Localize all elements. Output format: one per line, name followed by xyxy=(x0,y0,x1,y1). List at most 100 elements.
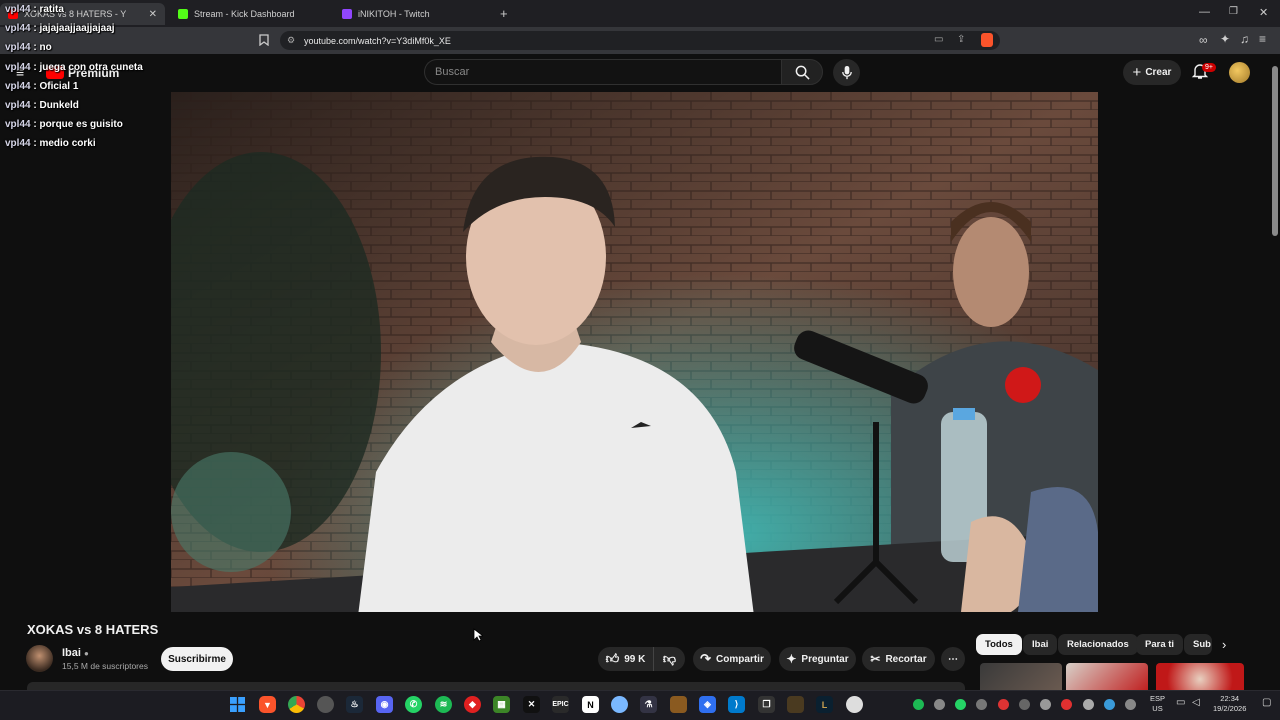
account-avatar[interactable] xyxy=(1229,62,1250,83)
chip-para-ti[interactable]: Para ti xyxy=(1136,634,1184,655)
verified-icon: ● xyxy=(84,649,89,658)
tray-icon[interactable] xyxy=(934,699,945,710)
ask-button[interactable]: ✦ Preguntar xyxy=(779,647,856,671)
notion-icon[interactable]: N xyxy=(582,696,599,713)
search-button[interactable] xyxy=(781,59,823,85)
description-box[interactable] xyxy=(27,682,965,690)
notifications-badge: 9+ xyxy=(1202,63,1216,72)
chip-todos[interactable]: Todos xyxy=(976,634,1022,655)
related-video-thumbnail[interactable] xyxy=(980,663,1062,690)
ask-label: Preguntar xyxy=(801,653,849,665)
chip-ibai[interactable]: Ibai xyxy=(1023,634,1058,655)
app-icon[interactable] xyxy=(846,696,863,713)
minimize-icon[interactable]: — xyxy=(1199,6,1210,18)
share-label: Compartir xyxy=(716,653,764,665)
tray-icon[interactable] xyxy=(1040,699,1051,710)
chevron-right-icon[interactable]: › xyxy=(1222,637,1226,652)
bookmark-icon[interactable] xyxy=(259,34,269,48)
vscode-icon[interactable]: ⟩ xyxy=(728,696,745,713)
related-video-thumbnail[interactable] xyxy=(1066,663,1148,690)
league-of-legends-icon[interactable]: L xyxy=(816,696,833,713)
discord-icon[interactable]: ◉ xyxy=(376,696,393,713)
spotify-tray-icon[interactable] xyxy=(913,699,924,710)
video-player[interactable] xyxy=(171,92,1098,612)
obs-icon[interactable] xyxy=(317,696,334,713)
chat-message: Dunkeld xyxy=(39,99,79,111)
like-button[interactable]: 👍︎ 99 K xyxy=(598,647,653,671)
thumbs-up-icon: 👍︎ xyxy=(605,651,620,666)
clip-button[interactable]: ✂ Recortar xyxy=(862,647,935,671)
tray-icon[interactable] xyxy=(1104,699,1115,710)
scrollbar-thumb[interactable] xyxy=(1272,66,1278,236)
capcut-icon[interactable]: ✕ xyxy=(523,696,540,713)
whatsapp-icon[interactable]: ✆ xyxy=(405,696,422,713)
app-icon[interactable]: ⚗ xyxy=(640,696,657,713)
microphone-icon xyxy=(841,65,852,80)
menu-icon[interactable]: ≡ xyxy=(1259,33,1266,45)
network-icon[interactable]: ▭ xyxy=(1176,697,1185,708)
share-button[interactable]: ↷ Compartir xyxy=(693,647,771,671)
volume-icon[interactable]: ◁ xyxy=(1192,697,1200,708)
windows-start-icon[interactable] xyxy=(229,696,246,713)
twitch-favicon-icon xyxy=(342,9,352,19)
subscribe-button[interactable]: Suscribirme xyxy=(161,647,233,671)
headset-tray-icon[interactable] xyxy=(1083,699,1094,710)
chat-line: vpl44 : no xyxy=(5,42,52,54)
steam-icon[interactable]: ♨ xyxy=(346,696,363,713)
tray-icon[interactable] xyxy=(1019,699,1030,710)
brave-browser-icon[interactable]: ▼ xyxy=(259,696,276,713)
app-icon[interactable] xyxy=(611,696,628,713)
app-icon[interactable]: ◈ xyxy=(699,696,716,713)
media-icon[interactable]: ♫ xyxy=(1240,33,1249,45)
video-frame xyxy=(171,92,1098,612)
close-tab-icon[interactable]: ✕ xyxy=(149,9,157,20)
keyboard-layout: US xyxy=(1152,704,1163,713)
chat-message: no xyxy=(39,42,52,54)
tray-icon[interactable] xyxy=(976,699,987,710)
tray-icon[interactable] xyxy=(1125,699,1136,710)
chip-relacionados[interactable]: Relacionados xyxy=(1058,634,1138,655)
minecraft-icon[interactable]: ▦ xyxy=(493,696,510,713)
chat-line: vpl44 : ratita xyxy=(5,4,64,15)
share-page-icon[interactable]: ⇪ xyxy=(957,34,965,45)
tray-icon[interactable] xyxy=(1061,699,1072,710)
chrome-icon[interactable] xyxy=(288,696,305,713)
riot-client-icon[interactable]: ◆ xyxy=(464,696,481,713)
vpn-icon[interactable]: ∞ xyxy=(1199,34,1208,46)
chat-username: vpl44 xyxy=(5,99,31,111)
chat-line: vpl44 : porque es guisito xyxy=(5,119,123,131)
epic-games-icon[interactable]: EPIC xyxy=(552,696,569,713)
related-video-thumbnail[interactable] xyxy=(1156,663,1244,690)
channel-avatar[interactable] xyxy=(26,645,53,672)
channel-name[interactable]: Ibai ● xyxy=(62,647,89,659)
whatsapp-tray-icon[interactable] xyxy=(955,699,966,710)
app-icon[interactable] xyxy=(787,696,804,713)
address-bar[interactable]: ⚙ youtube.com/watch?v=Y3diMf0k_XE ▭ ⇪ xyxy=(280,31,1000,50)
close-window-icon[interactable]: ✕ xyxy=(1259,6,1268,19)
app-icon[interactable]: ❒ xyxy=(758,696,775,713)
more-actions-button[interactable]: ⋯ xyxy=(941,647,965,671)
chat-username: vpl44 xyxy=(5,61,31,73)
system-clock[interactable]: 22:34 19/2/2026 xyxy=(1213,694,1246,714)
create-button[interactable]: + Crear xyxy=(1123,60,1181,85)
tray-icon[interactable] xyxy=(998,699,1009,710)
share-icon: ↷ xyxy=(700,651,712,666)
app-icon[interactable] xyxy=(670,696,687,713)
site-info-icon[interactable]: ⚙ xyxy=(287,35,295,46)
spotify-icon[interactable]: ≋ xyxy=(435,696,452,713)
new-tab-button[interactable]: + xyxy=(500,6,508,21)
brave-shield-icon[interactable] xyxy=(981,33,993,47)
subscriber-count: 15,5 M de suscriptores xyxy=(62,661,148,671)
voice-search-button[interactable] xyxy=(833,59,860,86)
tab-kick[interactable]: Stream - Kick Dashboard xyxy=(170,3,330,25)
notification-center-icon[interactable]: ▢ xyxy=(1262,697,1271,708)
dislike-button[interactable]: 👎︎ xyxy=(653,647,685,671)
tab-twitch[interactable]: iNIKITOH - Twitch xyxy=(334,3,494,25)
chip-suscripciones[interactable]: Sub xyxy=(1184,634,1212,655)
search-icon xyxy=(795,65,810,80)
extensions-icon[interactable]: ✦ xyxy=(1220,33,1230,45)
restore-icon[interactable]: ❐ xyxy=(1229,6,1238,17)
language-indicator[interactable]: ESP US xyxy=(1150,694,1165,714)
cast-icon[interactable]: ▭ xyxy=(934,34,943,45)
search-input[interactable]: Buscar xyxy=(424,59,782,85)
